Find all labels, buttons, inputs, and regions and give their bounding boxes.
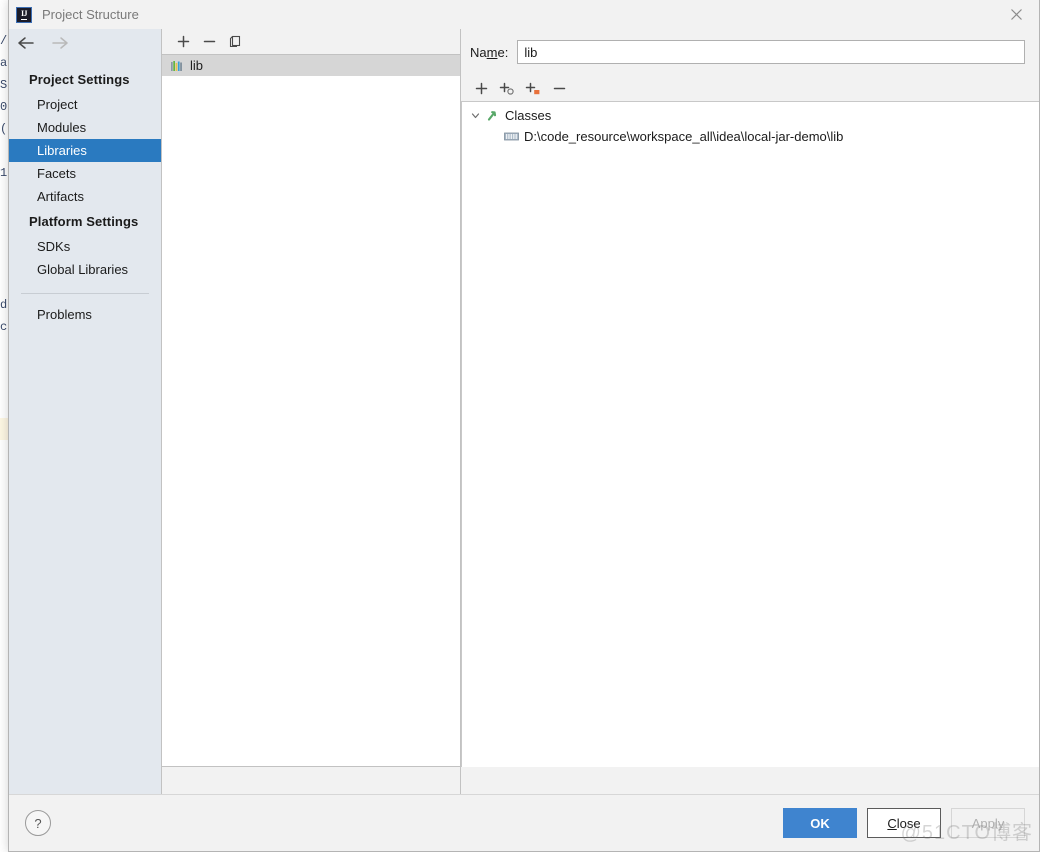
- arrow-right-icon[interactable]: [50, 36, 70, 50]
- minus-icon: [552, 81, 567, 96]
- help-button[interactable]: ?: [25, 810, 51, 836]
- window-close-button[interactable]: [993, 0, 1039, 29]
- sidebar-item-sdks[interactable]: SDKs: [9, 235, 161, 258]
- sidebar-item-facets[interactable]: Facets: [9, 162, 161, 185]
- sidebar-item-modules[interactable]: Modules: [9, 116, 161, 139]
- library-icon: [170, 59, 184, 73]
- sidebar-group-header-platform-settings: Platform Settings: [9, 208, 161, 235]
- close-icon: [1010, 8, 1023, 21]
- plus-icon: [176, 34, 191, 49]
- tree-node-label: D:\code_resource\workspace_all\idea\loca…: [524, 129, 843, 144]
- dialog-title: Project Structure: [42, 7, 139, 22]
- name-label-prefix: Na: [470, 45, 487, 60]
- libraries-list[interactable]: lib: [162, 54, 460, 767]
- libraries-toolbar: [162, 29, 460, 54]
- classes-toolbar: [461, 75, 1039, 101]
- library-roots-tree[interactable]: Classes D:\code_resource\workspace_all\i…: [461, 101, 1039, 767]
- list-item-label: lib: [190, 58, 203, 73]
- minus-icon: [202, 34, 217, 49]
- add-library-button[interactable]: [170, 31, 196, 53]
- copy-library-button[interactable]: [222, 31, 248, 53]
- remove-root-button[interactable]: [546, 77, 572, 99]
- copy-icon: [228, 34, 243, 49]
- arrow-left-icon[interactable]: [16, 36, 36, 50]
- intellij-logo-text: IJ: [21, 10, 27, 20]
- settings-sidebar: Project Settings Project Modules Librari…: [9, 29, 162, 794]
- chevron-down-icon[interactable]: [469, 110, 482, 121]
- plus-folder-icon: [525, 81, 541, 96]
- tree-node-jar-directory[interactable]: D:\code_resource\workspace_all\idea\loca…: [462, 126, 1039, 147]
- close-button[interactable]: Close: [867, 808, 941, 838]
- list-item[interactable]: lib: [162, 55, 460, 76]
- tree-node-classes[interactable]: Classes: [462, 105, 1039, 126]
- intellij-logo-icon: IJ: [16, 7, 32, 23]
- sidebar-navigation: [9, 29, 161, 57]
- name-label: Name:: [470, 45, 508, 60]
- name-label-suffix: e:: [497, 45, 508, 60]
- library-detail-panel: Name:: [461, 29, 1039, 794]
- project-structure-dialog: IJ Project Structure Project Settings: [8, 0, 1040, 852]
- attach-jar-directories-button[interactable]: [520, 77, 546, 99]
- plus-circle-icon: [499, 81, 515, 96]
- dialog-titlebar: IJ Project Structure: [9, 0, 1039, 29]
- sidebar-item-artifacts[interactable]: Artifacts: [9, 185, 161, 208]
- sidebar-item-problems[interactable]: Problems: [9, 303, 161, 326]
- ok-button[interactable]: OK: [783, 808, 857, 838]
- name-row: Name:: [461, 29, 1039, 75]
- classes-arrow-icon: [486, 108, 501, 123]
- name-input[interactable]: [517, 40, 1025, 64]
- jar-directory-icon: [504, 130, 519, 143]
- close-button-label-suffix: lose: [897, 816, 921, 831]
- add-root-button[interactable]: [468, 77, 494, 99]
- apply-button: Apply: [951, 808, 1025, 838]
- dialog-body: Project Settings Project Modules Librari…: [9, 29, 1039, 794]
- sidebar-item-libraries[interactable]: Libraries: [9, 139, 161, 162]
- sidebar-group-header-project-settings: Project Settings: [9, 66, 161, 93]
- tree-node-label: Classes: [505, 108, 551, 123]
- plus-icon: [474, 81, 489, 96]
- close-button-mnemonic: C: [887, 816, 896, 831]
- attach-classes-button[interactable]: [494, 77, 520, 99]
- remove-library-button[interactable]: [196, 31, 222, 53]
- sidebar-item-project[interactable]: Project: [9, 93, 161, 116]
- libraries-list-panel: lib: [162, 29, 461, 794]
- dialog-footer: ? OK Close Apply: [9, 794, 1039, 851]
- name-label-mnemonic: m: [487, 45, 498, 60]
- sidebar-item-global-libraries[interactable]: Global Libraries: [9, 258, 161, 281]
